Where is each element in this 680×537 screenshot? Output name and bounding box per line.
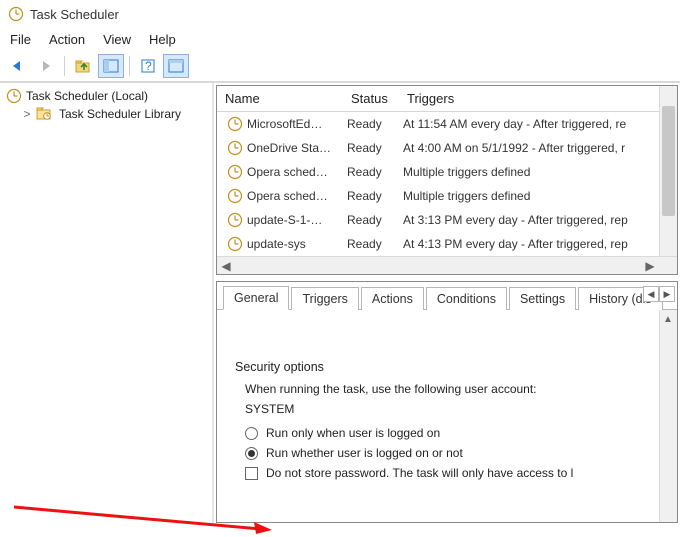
toolbar-separator: [129, 56, 130, 76]
task-row[interactable]: Opera sched…ReadyMultiple triggers defin…: [217, 184, 677, 208]
details-vertical-scrollbar[interactable]: [659, 310, 677, 522]
task-triggers-cell: At 4:13 PM every day - After triggered, …: [399, 235, 677, 253]
security-account-value: SYSTEM: [245, 402, 659, 416]
app-title: Task Scheduler: [30, 7, 119, 22]
task-triggers-cell: Multiple triggers defined: [399, 163, 677, 181]
task-name-cell: update-sys: [221, 234, 343, 254]
task-list: ▲ Name Status Triggers MicrosoftEd…Ready…: [216, 85, 678, 275]
task-name-cell: MicrosoftEd…: [221, 114, 343, 134]
menubar: File Action View Help: [0, 28, 680, 51]
radio-run-whether[interactable]: Run whether user is logged on or not: [245, 446, 659, 460]
task-triggers-cell: At 4:00 AM on 5/1/1992 - After triggered…: [399, 139, 677, 157]
task-name-cell: OneDrive Sta…: [221, 138, 343, 158]
menu-view[interactable]: View: [103, 32, 131, 47]
help-button[interactable]: ?: [135, 54, 161, 78]
task-row[interactable]: MicrosoftEd…ReadyAt 11:54 AM every day -…: [217, 112, 677, 136]
clock-icon: [227, 236, 243, 252]
radio-run-whether-label: Run whether user is logged on or not: [266, 446, 463, 460]
list-vertical-scrollbar[interactable]: [659, 86, 677, 256]
task-status-cell: Ready: [343, 115, 399, 133]
task-name-cell: Opera sched…: [221, 186, 343, 206]
clock-icon: [227, 164, 243, 180]
help-icon: ?: [141, 59, 155, 73]
details-tabs: General Triggers Actions Conditions Sett…: [217, 282, 677, 310]
column-header-status[interactable]: Status: [343, 86, 399, 111]
arrow-right-icon: [38, 59, 54, 73]
task-triggers-cell: At 3:13 PM every day - After triggered, …: [399, 211, 677, 229]
tab-scroll-left-button[interactable]: ◀: [643, 286, 659, 302]
radio-run-logged-on-label: Run only when user is logged on: [266, 426, 440, 440]
back-button[interactable]: [5, 54, 31, 78]
tree-root[interactable]: Task Scheduler (Local): [6, 87, 206, 105]
radio-icon: [245, 427, 258, 440]
tab-actions[interactable]: Actions: [361, 287, 424, 310]
app-icon: [8, 6, 24, 22]
task-status-cell: Ready: [343, 139, 399, 157]
arrow-left-icon: [10, 59, 26, 73]
task-row[interactable]: OneDrive Sta…ReadyAt 4:00 AM on 5/1/1992…: [217, 136, 677, 160]
checkbox-icon: [245, 467, 258, 480]
scroll-right-button[interactable]: ▶: [641, 257, 659, 275]
details-body: Security options When running the task, …: [217, 310, 677, 522]
tree-library-label: Task Scheduler Library: [56, 107, 184, 121]
task-status-cell: Ready: [343, 235, 399, 253]
task-triggers-cell: Multiple triggers defined: [399, 187, 677, 205]
tab-triggers[interactable]: Triggers: [291, 287, 358, 310]
clock-icon: [6, 88, 22, 104]
task-triggers-cell: At 11:54 AM every day - After triggered,…: [399, 115, 677, 133]
tab-scroll-right-button[interactable]: ▶: [659, 286, 675, 302]
tree-pane: Task Scheduler (Local) > Task Scheduler …: [0, 83, 212, 525]
pane-actions-icon: [168, 59, 184, 73]
checkbox-do-not-store-password[interactable]: Do not store password. The task will onl…: [245, 466, 659, 480]
tab-settings[interactable]: Settings: [509, 287, 576, 310]
tree-root-label: Task Scheduler (Local): [26, 89, 148, 103]
menu-help[interactable]: Help: [149, 32, 176, 47]
up-level-button[interactable]: [70, 54, 96, 78]
titlebar: Task Scheduler: [0, 0, 680, 28]
pane-tree-icon: [103, 59, 119, 73]
toolbar-separator: [64, 56, 65, 76]
forward-button[interactable]: [33, 54, 59, 78]
task-row[interactable]: Opera sched…ReadyMultiple triggers defin…: [217, 160, 677, 184]
folder-up-icon: [75, 58, 91, 74]
tab-conditions[interactable]: Conditions: [426, 287, 507, 310]
radio-run-logged-on[interactable]: Run only when user is logged on: [245, 426, 659, 440]
show-hide-console-tree-button[interactable]: [98, 54, 124, 78]
show-hide-action-pane-button[interactable]: [163, 54, 189, 78]
task-status-cell: Ready: [343, 211, 399, 229]
clock-icon: [227, 212, 243, 228]
radio-icon: [245, 447, 258, 460]
main-area: Task Scheduler (Local) > Task Scheduler …: [0, 82, 680, 525]
task-status-cell: Ready: [343, 187, 399, 205]
checkbox-do-not-store-password-label: Do not store password. The task will onl…: [266, 466, 573, 480]
security-options-group-title: Security options: [235, 360, 659, 374]
svg-text:?: ?: [145, 59, 152, 73]
task-details: General Triggers Actions Conditions Sett…: [216, 281, 678, 523]
task-row[interactable]: update-sysReadyAt 4:13 PM every day - Af…: [217, 232, 677, 256]
task-list-header: Name Status Triggers: [217, 86, 677, 112]
scroll-left-button[interactable]: ◀: [217, 257, 235, 275]
task-name-cell: update-S-1-…: [221, 210, 343, 230]
folder-clock-icon: [36, 106, 52, 122]
clock-icon: [227, 140, 243, 156]
menu-file[interactable]: File: [10, 32, 31, 47]
security-account-label: When running the task, use the following…: [245, 382, 659, 396]
tree-expander-icon[interactable]: >: [22, 107, 32, 121]
clock-icon: [227, 188, 243, 204]
tree-library[interactable]: > Task Scheduler Library: [22, 105, 206, 123]
toolbar: ?: [0, 51, 680, 82]
tab-general[interactable]: General: [223, 286, 289, 310]
list-horizontal-scrollbar[interactable]: ◀ ▶: [217, 256, 677, 274]
clock-icon: [227, 116, 243, 132]
task-list-body: MicrosoftEd…ReadyAt 11:54 AM every day -…: [217, 112, 677, 256]
column-header-triggers[interactable]: Triggers: [399, 86, 677, 111]
column-header-name[interactable]: Name: [217, 86, 343, 111]
details-scroll-up-button[interactable]: ▲: [659, 310, 677, 328]
menu-action[interactable]: Action: [49, 32, 85, 47]
task-row[interactable]: update-S-1-…ReadyAt 3:13 PM every day - …: [217, 208, 677, 232]
task-name-cell: Opera sched…: [221, 162, 343, 182]
task-status-cell: Ready: [343, 163, 399, 181]
content-pane: ▲ Name Status Triggers MicrosoftEd…Ready…: [212, 83, 680, 525]
